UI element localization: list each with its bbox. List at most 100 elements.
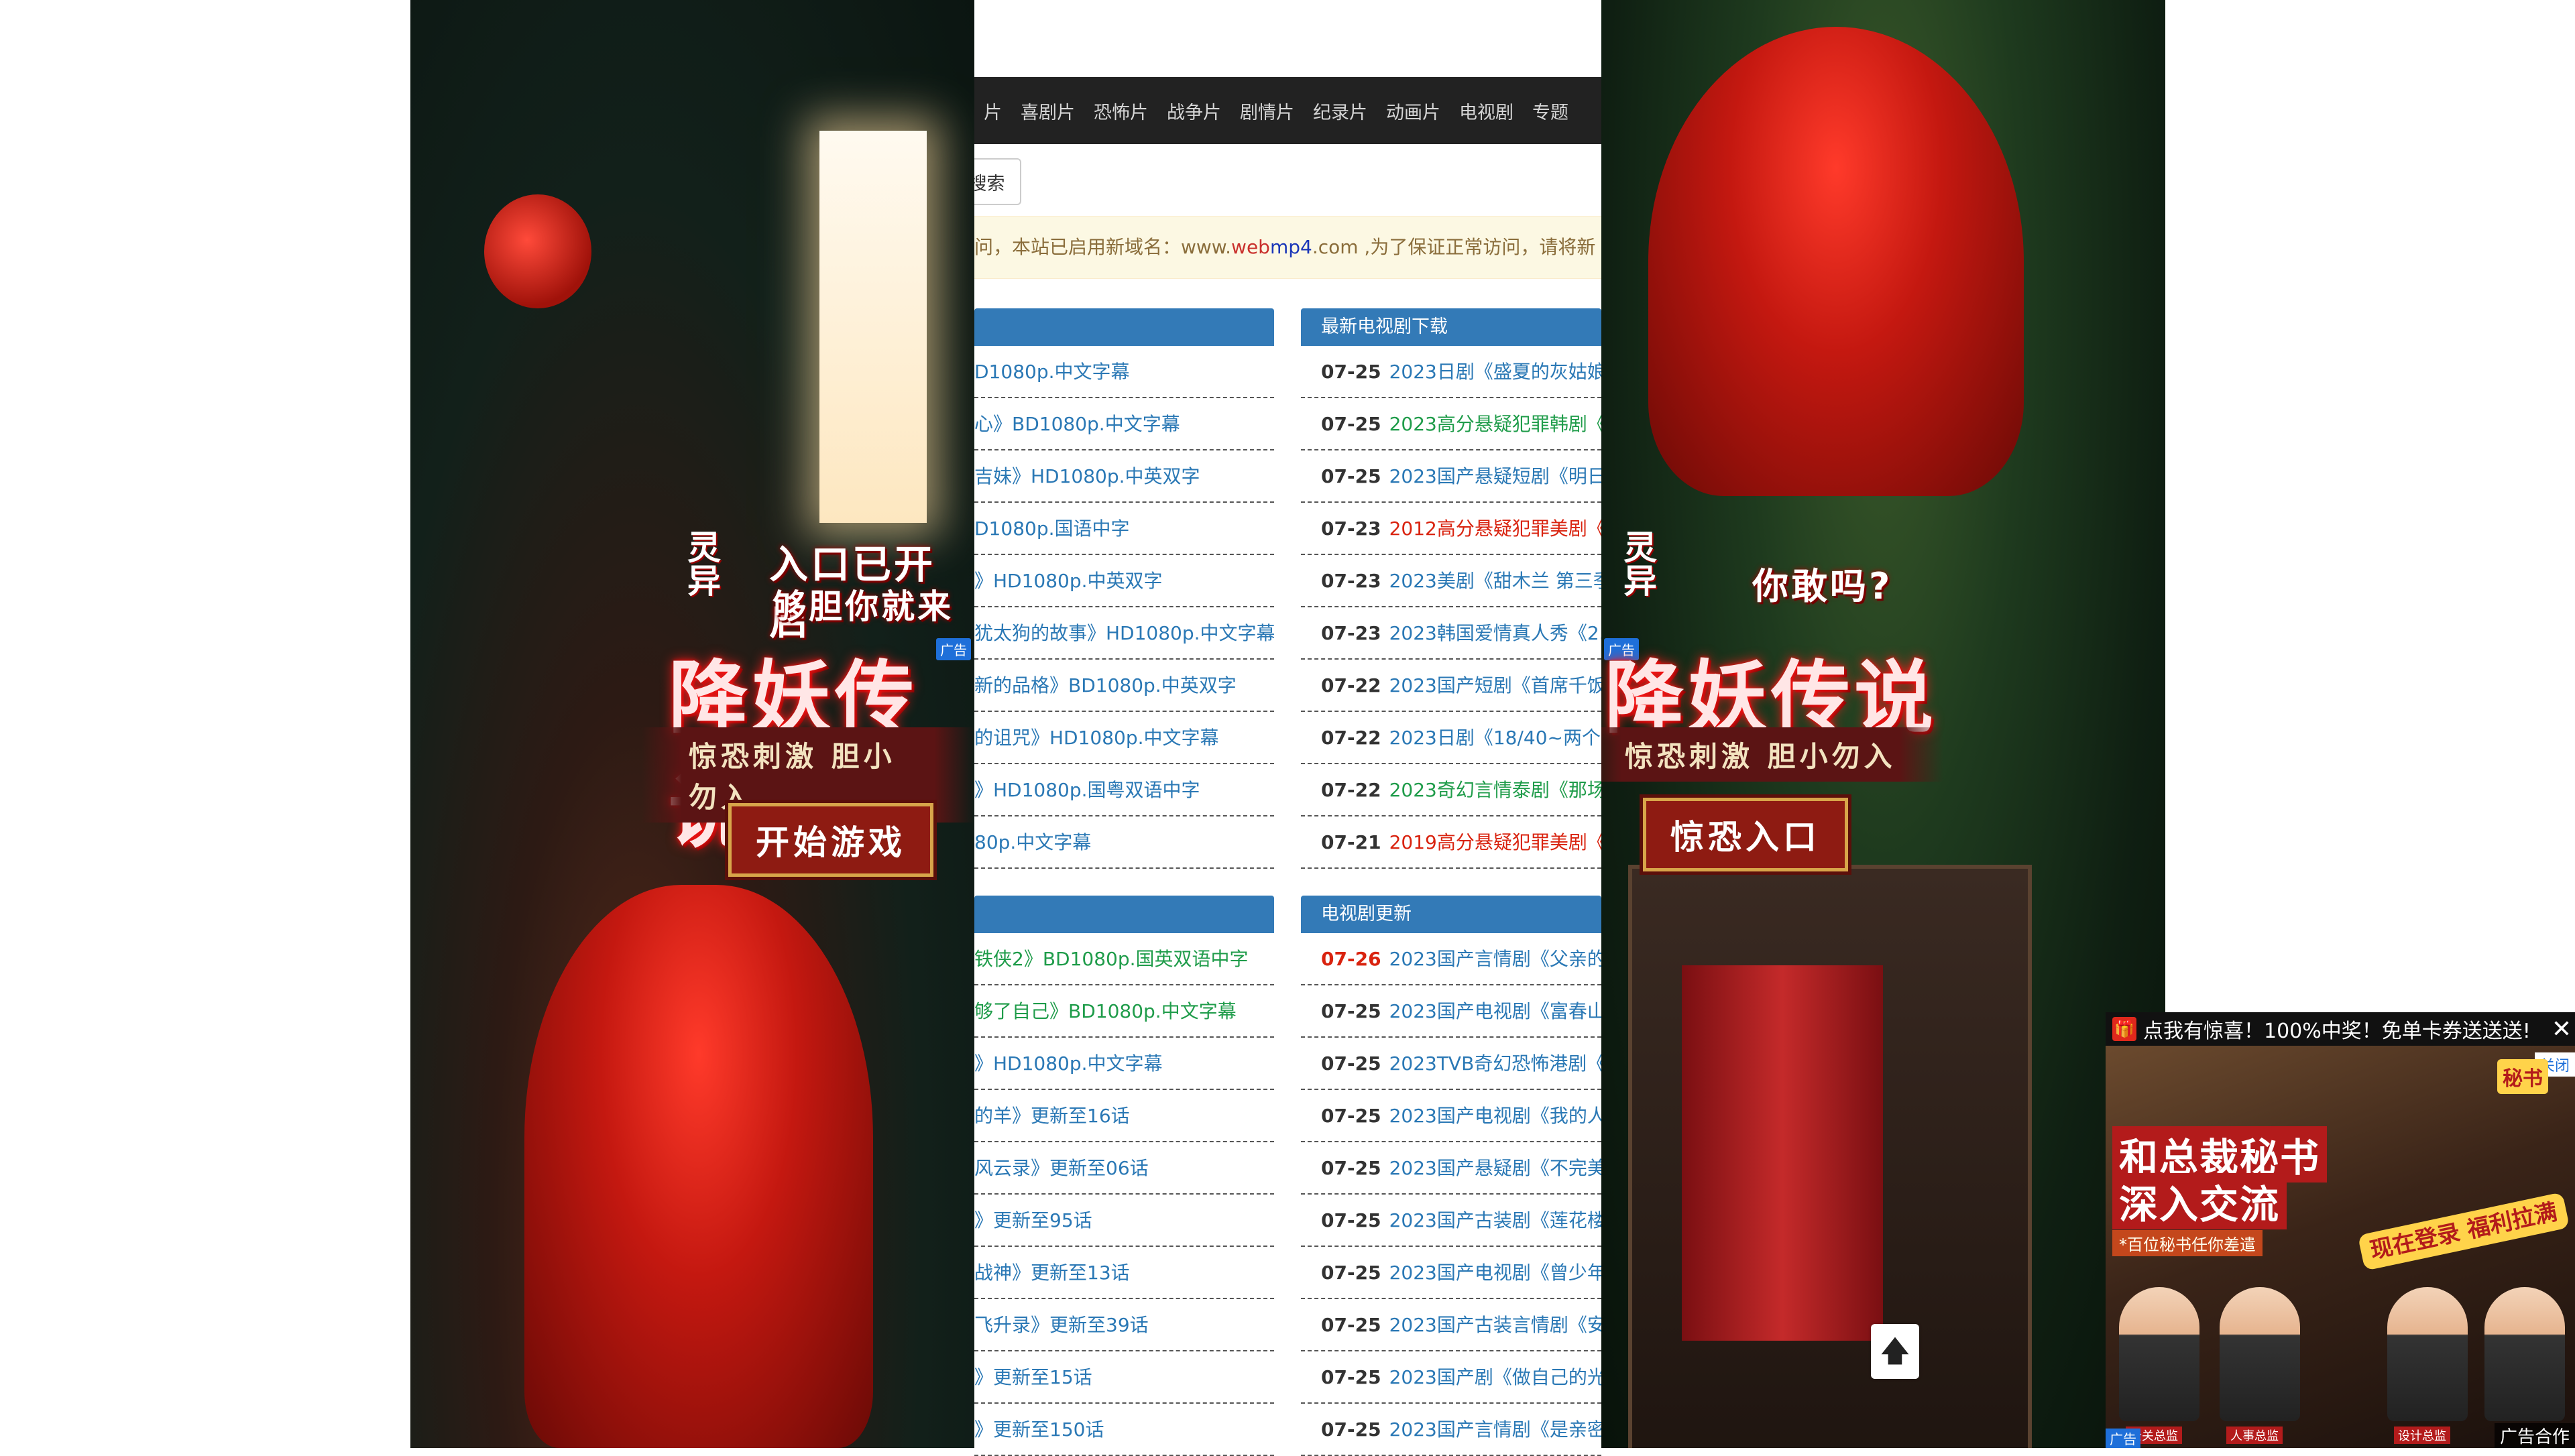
item-link[interactable]: 2023国产古装剧《莲花楼	[1389, 1209, 1601, 1231]
right-game-ad[interactable]: 广告 灵异 你敢吗? 降妖传说 惊恐刺激 胆小勿入 惊恐入口	[1601, 0, 2165, 1448]
notice-domain-mp4: mp4	[1269, 236, 1312, 258]
list-item: 07-23 2012高分悬疑犯罪美剧《	[1301, 503, 1601, 555]
list-item: 的羊》更新至16话	[974, 1090, 1274, 1142]
item-link[interactable]: 2023国产言情剧《是亲密	[1389, 1418, 1601, 1441]
secretary-badge: 秘书	[2497, 1059, 2548, 1094]
list-item: 07-21 2019高分悬疑犯罪美剧《	[1301, 816, 1601, 869]
item-link[interactable]: 战神》更新至13话	[974, 1262, 1130, 1284]
nav-item-comedy[interactable]: 喜剧片	[1021, 98, 1075, 124]
login-sticker[interactable]: 现在登录 福利拉满	[2357, 1192, 2570, 1271]
item-date: 07-25	[1321, 465, 1381, 487]
list-item: 》HD1080p.国粤双语中字	[974, 764, 1274, 816]
item-link[interactable]: 2023TVB奇幻恐怖港剧《	[1389, 1052, 1601, 1075]
popup-ad[interactable]: 🎁 点我有惊喜！100%中奖！免单卡券送送送! ✕ 关闭 秘书 和总裁秘书 深入…	[2106, 1012, 2575, 1448]
item-link[interactable]: 铁侠2》BD1080p.国英双语中字	[974, 948, 1249, 970]
item-link[interactable]: 2023韩国爱情真人秀《2.	[1389, 622, 1601, 644]
item-link[interactable]: 2023国产剧《做自己的光	[1389, 1366, 1601, 1388]
item-date: 07-25	[1321, 1105, 1381, 1127]
domain-notice: 问，本站已启用新域名：www.webmp4.com ,为了保证正常访问，请将新	[974, 216, 1601, 279]
item-link[interactable]: 80p.中文字幕	[974, 831, 1091, 853]
nav-item-animation[interactable]: 动画片	[1386, 98, 1440, 124]
item-link[interactable]: 2023国产古装言情剧《安	[1389, 1314, 1601, 1336]
item-link[interactable]: 新的品格》BD1080p.中英双字	[974, 674, 1237, 696]
item-link[interactable]: 2023日剧《18/40~两个	[1389, 727, 1601, 749]
list-item: 07-25 2023国产古装剧《莲花楼	[1301, 1195, 1601, 1247]
list-item: 的诅咒》HD1080p.中文字幕	[974, 712, 1274, 764]
nav-item-topics[interactable]: 专题	[1532, 98, 1568, 124]
item-link[interactable]: 的羊》更新至16话	[974, 1105, 1130, 1127]
spirit-mark: 灵异	[682, 530, 721, 597]
item-link[interactable]: 2023高分悬疑犯罪韩剧《	[1389, 413, 1601, 435]
item-date: 07-26	[1321, 948, 1381, 970]
item-link[interactable]: 吉妹》HD1080p.中英双字	[974, 465, 1200, 487]
item-link[interactable]: 风云录》更新至06话	[974, 1157, 1149, 1179]
spirit-mark: 灵异	[1618, 530, 1657, 597]
list-item: 铁侠2》BD1080p.国英双语中字	[974, 933, 1274, 985]
item-link[interactable]: 》HD1080p.中文字幕	[974, 1052, 1163, 1075]
item-link[interactable]: 2023美剧《甜木兰 第三季	[1389, 570, 1601, 592]
item-link[interactable]: 2023国产悬疑剧《不完美	[1389, 1157, 1601, 1179]
list-item: 新的品格》BD1080p.中英双字	[974, 660, 1274, 712]
item-link[interactable]: 2023国产电视剧《我的人	[1389, 1105, 1601, 1127]
item-link[interactable]: 的诅咒》HD1080p.中文字幕	[974, 727, 1219, 749]
item-link[interactable]: 2023国产言情剧《父亲的	[1389, 948, 1601, 970]
item-link[interactable]: 心》BD1080p.中文字幕	[974, 413, 1180, 435]
list-item: 07-23 2023美剧《甜木兰 第三季	[1301, 555, 1601, 607]
nav-item-war[interactable]: 战争片	[1167, 98, 1221, 124]
lantern-icon	[484, 194, 591, 308]
close-icon[interactable]: ✕	[2548, 1016, 2575, 1043]
horror-entry-button[interactable]: 惊恐入口	[1643, 798, 1848, 871]
item-date: 07-25	[1321, 1000, 1381, 1022]
ad-tag: 广告	[2106, 1429, 2140, 1448]
panel-latest-tv-downloads: 最新电视剧下载 07-25 2023日剧《盛夏的灰姑娘 07-25 2023高分悬疑犯…	[1301, 308, 1601, 869]
item-link[interactable]: 2023国产电视剧《曾少年	[1389, 1262, 1601, 1284]
ad-cooperation-link[interactable]: 广告合作	[2494, 1423, 2575, 1448]
panel-header	[974, 308, 1274, 346]
notice-suffix: .com ,为了保证正常访问，请将新	[1312, 236, 1596, 258]
character-portrait	[2119, 1287, 2199, 1421]
item-link[interactable]: 2023国产电视剧《富春山	[1389, 1000, 1601, 1022]
item-link[interactable]: 2012高分悬疑犯罪美剧《	[1389, 518, 1601, 540]
item-link[interactable]: 》更新至95话	[974, 1209, 1092, 1231]
item-date: 07-25	[1321, 1314, 1381, 1336]
item-date: 07-25	[1321, 413, 1381, 435]
item-link[interactable]: 》更新至150话	[974, 1418, 1104, 1441]
item-link[interactable]: 2023国产短剧《首席千饭	[1389, 674, 1601, 696]
ad-line-dare: 你敢吗?	[1752, 565, 1893, 607]
left-game-ad[interactable]: 广告 灵异 入口已开启 够胆你就来 降妖传说 惊恐刺激 胆小勿入 开始游戏	[410, 0, 974, 1448]
item-link[interactable]: 2023国产悬疑短剧《明日	[1389, 465, 1601, 487]
item-link[interactable]: 2023奇幻言情泰剧《那场	[1389, 779, 1601, 801]
item-link[interactable]: 》HD1080p.中英双字	[974, 570, 1163, 592]
start-game-button[interactable]: 开始游戏	[728, 803, 933, 877]
nav-item-horror[interactable]: 恐怖片	[1094, 98, 1148, 124]
nav-item-partial[interactable]: 片	[984, 98, 1002, 124]
scroll-to-top-button[interactable]: 🡅	[1871, 1324, 1919, 1379]
popup-banner[interactable]: 关闭 秘书 和总裁秘书 深入交流 *百位秘书任你差遣 现在登录 福利拉满 公关总…	[2106, 1046, 2575, 1448]
list-item: 07-25 2023国产电视剧《曾少年	[1301, 1247, 1601, 1299]
list-item: D1080p.国语中字	[974, 503, 1274, 555]
item-date: 07-25	[1321, 1366, 1381, 1388]
item-link[interactable]: 》更新至15话	[974, 1366, 1092, 1388]
list-item: 07-23 2023韩国爱情真人秀《2.	[1301, 607, 1601, 660]
item-link[interactable]: 犹太狗的故事》HD1080p.中文字幕	[974, 622, 1274, 644]
item-link[interactable]: 2023日剧《盛夏的灰姑娘	[1389, 361, 1601, 383]
list-item: 07-25 2023高分悬疑犯罪韩剧《	[1301, 398, 1601, 450]
item-link[interactable]: 》HD1080p.国粤双语中字	[974, 779, 1200, 801]
list-item: 07-25 2023国产悬疑剧《不完美	[1301, 1142, 1601, 1195]
item-link[interactable]: 飞升录》更新至39话	[974, 1314, 1149, 1336]
nav-item-tv[interactable]: 电视剧	[1459, 98, 1513, 124]
panel-header	[974, 896, 1274, 933]
nav-item-documentary[interactable]: 纪录片	[1313, 98, 1367, 124]
movie-list: D1080p.中文字幕心》BD1080p.中文字幕 吉妹》HD1080p.中英双字…	[974, 346, 1274, 869]
nav-item-drama[interactable]: 剧情片	[1240, 98, 1294, 124]
item-date: 07-25	[1321, 1052, 1381, 1075]
item-link[interactable]: 2019高分悬疑犯罪美剧《	[1389, 831, 1601, 853]
popup-headline-2: 深入交流	[2112, 1173, 2287, 1229]
item-link[interactable]: D1080p.国语中字	[974, 518, 1130, 540]
item-link[interactable]: 够了自己》BD1080p.中文字幕	[974, 1000, 1237, 1022]
item-link[interactable]: D1080p.中文字幕	[974, 361, 1130, 383]
list-item: 07-26 2023国产言情剧《父亲的	[1301, 933, 1601, 985]
popup-title[interactable]: 点我有惊喜！100%中奖！免单卡券送送送!	[2143, 1014, 2548, 1044]
red-curtain	[1682, 965, 1883, 1341]
list-item: 07-22 2023日剧《18/40~两个	[1301, 712, 1601, 764]
